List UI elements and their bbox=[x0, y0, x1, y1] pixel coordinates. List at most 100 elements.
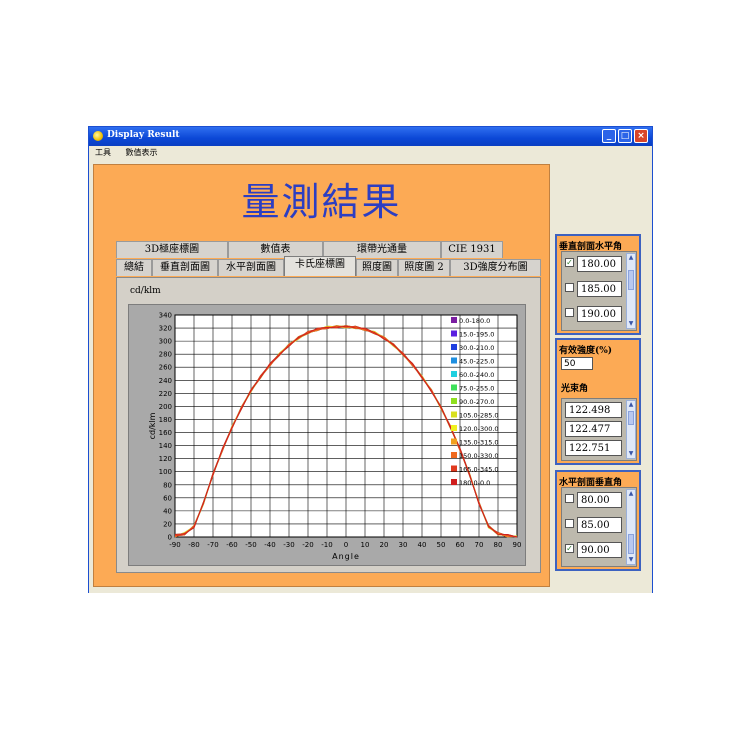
y-tick-label: 260 bbox=[159, 364, 172, 372]
tab-3d-polar[interactable]: 3D極座標圖 bbox=[116, 241, 228, 258]
angle-cell[interactable]: 180.00 bbox=[577, 256, 622, 272]
unit-label: cd/klm bbox=[130, 286, 161, 296]
app-icon bbox=[93, 131, 103, 141]
minimize-button[interactable]: _ bbox=[602, 129, 616, 143]
y-tick-label: 80 bbox=[163, 481, 172, 489]
legend-swatch bbox=[451, 452, 457, 458]
x-tick-label: 20 bbox=[380, 541, 389, 549]
y-tick-label: 60 bbox=[163, 494, 172, 502]
angle-cell[interactable]: 185.00 bbox=[577, 281, 622, 297]
client-area: 量測結果 3D極座標圖 數值表 環帶光通量 CIE 1931 總結 垂直剖面圖 … bbox=[89, 160, 652, 593]
legend-label: 15.0-195.0 bbox=[459, 331, 494, 339]
legend-swatch bbox=[451, 425, 457, 431]
angle-cell[interactable]: 80.00 bbox=[577, 492, 622, 508]
maximize-button[interactable]: □ bbox=[618, 129, 632, 143]
tab-vertical-section[interactable]: 垂直剖面圖 bbox=[152, 259, 218, 276]
legend-swatch bbox=[451, 344, 457, 350]
beam-angle-panel: 有效強度(%) 50 光束角 122.498 122.477 122.751 ▲… bbox=[555, 338, 641, 465]
tab-cie-1931[interactable]: CIE 1931 bbox=[441, 241, 503, 258]
legend-label: 75.0-255.0 bbox=[459, 385, 494, 393]
horizontal-section-panel: 水平剖面垂直角 80.00 85.00 ✓ 90.00 ▲ ▼ bbox=[555, 470, 641, 571]
horizontal-list-scrollbar[interactable]: ▲ ▼ bbox=[626, 489, 636, 565]
y-tick-label: 340 bbox=[159, 312, 172, 320]
checkbox-185[interactable] bbox=[565, 283, 574, 292]
legend-swatch bbox=[451, 330, 457, 337]
y-tick-label: 20 bbox=[163, 520, 172, 528]
checkbox-80[interactable] bbox=[565, 494, 574, 503]
scroll-thumb[interactable] bbox=[628, 534, 634, 554]
x-tick-label: 0 bbox=[344, 541, 348, 549]
x-tick-label: 80 bbox=[494, 541, 503, 549]
result-panel: 量測結果 3D極座標圖 數值表 環帶光通量 CIE 1931 總結 垂直剖面圖 … bbox=[93, 164, 550, 587]
close-button[interactable]: × bbox=[634, 129, 648, 143]
angle-cell[interactable]: 85.00 bbox=[577, 517, 622, 533]
tab-horizontal-section[interactable]: 水平剖面圖 bbox=[218, 259, 284, 276]
cartesian-chart: -90 -80 -70 -60 -50 -40 -30 -20 -10 0 10 20 30 40 50 60… bbox=[148, 312, 521, 562]
checkbox-190[interactable] bbox=[565, 308, 574, 317]
beam-list-scrollbar[interactable]: ▲ ▼ bbox=[626, 400, 636, 459]
menu-value-display[interactable]: 數值表示 bbox=[126, 148, 158, 157]
x-tick-label: -60 bbox=[226, 541, 237, 549]
effective-intensity-title: 有效強度(%) bbox=[559, 346, 613, 356]
scroll-down-icon[interactable]: ▼ bbox=[627, 556, 635, 564]
y-tick-label: 320 bbox=[159, 325, 172, 333]
legend-label: 0.0-180.0 bbox=[459, 317, 490, 325]
title-bar[interactable]: Display Result _ □ × bbox=[89, 127, 652, 146]
tab-summary[interactable]: 總結 bbox=[116, 259, 152, 276]
scroll-thumb[interactable] bbox=[628, 270, 634, 290]
effective-intensity-input[interactable]: 50 bbox=[561, 357, 593, 370]
beam-angle-value: 122.751 bbox=[565, 440, 622, 456]
scroll-thumb[interactable] bbox=[628, 411, 634, 425]
legend-swatch bbox=[451, 465, 457, 472]
tab-illuminance-2[interactable]: 照度圖 2 bbox=[398, 259, 450, 276]
x-tick-label: 40 bbox=[418, 541, 427, 549]
chart-frame: -90 -80 -70 -60 -50 -40 -30 -20 -10 0 10 20 30 40 50 60… bbox=[128, 304, 526, 566]
vertical-angle-list: ✓ 180.00 185.00 190.00 ▲ ▼ bbox=[561, 251, 637, 331]
angle-cell[interactable]: 90.00 bbox=[577, 542, 622, 558]
x-tick-label: -80 bbox=[188, 541, 199, 549]
tab-cartesian[interactable]: 卡氏座標圖 bbox=[284, 256, 356, 276]
scroll-up-icon[interactable]: ▲ bbox=[627, 254, 635, 262]
x-axis-label: Angle bbox=[332, 552, 360, 561]
menu-tools[interactable]: 工具 bbox=[95, 148, 111, 157]
legend-label: 150.0-330.0 bbox=[459, 452, 499, 460]
legend-label: 180.0-0.0 bbox=[459, 479, 490, 487]
window-title: Display Result bbox=[107, 130, 180, 140]
y-tick-label: 40 bbox=[163, 507, 172, 515]
beam-angle-title: 光束角 bbox=[561, 384, 589, 394]
tab-page-cartesian: cd/klm -90 -80 -70 -60 -50 -40 -30 -20 -10 0 10 20 3… bbox=[116, 277, 541, 573]
x-tick-label: -10 bbox=[321, 541, 332, 549]
x-tick-label: 60 bbox=[456, 541, 465, 549]
legend-label: 165.0-345.0 bbox=[459, 466, 499, 474]
scroll-down-icon[interactable]: ▼ bbox=[627, 450, 635, 458]
y-axis-label: cd/klm bbox=[148, 412, 157, 439]
legend-label: 120.0-300.0 bbox=[459, 425, 499, 433]
beam-angle-value: 122.498 bbox=[565, 402, 622, 418]
page-title: 量測結果 bbox=[241, 180, 402, 224]
vertical-section-panel: 垂直剖面水平角 ✓ 180.00 185.00 190.00 ▲ ▼ bbox=[555, 234, 641, 335]
scroll-up-icon[interactable]: ▲ bbox=[627, 401, 635, 409]
scroll-up-icon[interactable]: ▲ bbox=[627, 490, 635, 498]
angle-cell[interactable]: 190.00 bbox=[577, 306, 622, 322]
menu-bar: 工具 數值表示 bbox=[89, 146, 652, 160]
legend-label: 105.0-285.0 bbox=[459, 412, 499, 420]
y-tick-label: 140 bbox=[159, 442, 172, 450]
y-tick-label: 300 bbox=[159, 338, 172, 346]
checkbox-90[interactable]: ✓ bbox=[565, 544, 574, 553]
legend-label: 45.0-225.0 bbox=[459, 358, 494, 366]
x-tick-label: -70 bbox=[207, 541, 218, 549]
checkbox-180[interactable]: ✓ bbox=[565, 258, 574, 267]
tab-illuminance[interactable]: 照度圖 bbox=[356, 259, 398, 276]
scroll-down-icon[interactable]: ▼ bbox=[627, 320, 635, 328]
tab-3d-intensity[interactable]: 3D強度分布圖 bbox=[450, 259, 541, 276]
beam-angle-value: 122.477 bbox=[565, 421, 622, 437]
y-tick-label: 220 bbox=[159, 390, 172, 398]
legend-label: 60.0-240.0 bbox=[459, 371, 494, 379]
checkbox-85[interactable] bbox=[565, 519, 574, 528]
y-tick-label: 180 bbox=[159, 416, 172, 424]
y-tick-label: 240 bbox=[159, 377, 172, 385]
x-tick-label: -50 bbox=[245, 541, 256, 549]
display-result-window: Display Result _ □ × 工具 數值表示 量測結果 3D極座標圖… bbox=[88, 126, 653, 593]
vertical-list-scrollbar[interactable]: ▲ ▼ bbox=[626, 253, 636, 329]
tab-row-front: 總結 垂直剖面圖 水平剖面圖 卡氏座標圖 照度圖 照度圖 2 3D強度分布圖 bbox=[116, 256, 541, 276]
